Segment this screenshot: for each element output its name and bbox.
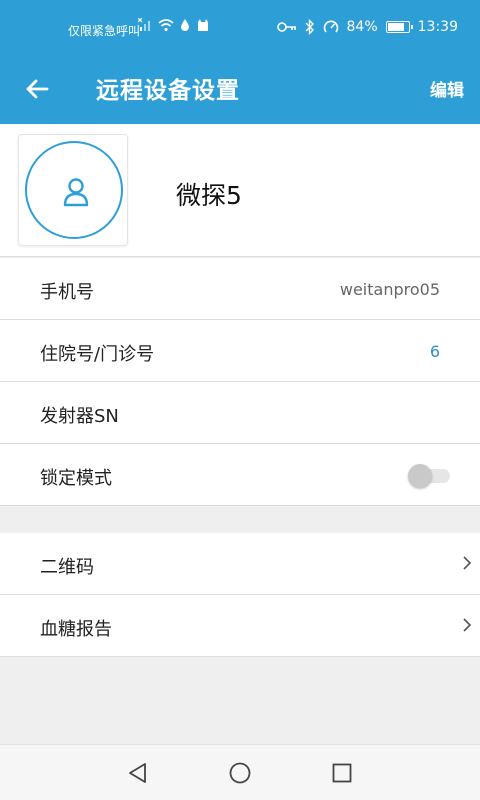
drop-icon (181, 19, 189, 31)
status-left-icons (138, 18, 210, 32)
lock-mode-row: 锁定模式 (0, 444, 480, 506)
chevron-right-icon (463, 556, 472, 570)
home-circle-icon (229, 762, 251, 784)
clock: 13:39 (417, 19, 458, 35)
hospital-id-label: 住院号/门诊号 (40, 344, 155, 365)
qr-code-label: 二维码 (40, 557, 94, 578)
battery-fill (387, 23, 404, 31)
arrow-left-icon (26, 79, 49, 99)
user-icon (63, 178, 89, 207)
hospital-id-value: 6 (429, 342, 440, 361)
app-header: 仅限紧急呼叫 84% 13:39 远程设备设置 编辑 (0, 0, 480, 124)
recents-square-icon (332, 763, 352, 783)
phone-row[interactable]: 手机号 weitanpro05 (0, 258, 480, 320)
cat-icon (198, 19, 208, 31)
phone-label: 手机号 (40, 282, 94, 303)
nav-home-button[interactable] (228, 761, 252, 785)
device-profile: 微探5 (0, 124, 480, 257)
qr-code-row[interactable]: 二维码 (0, 533, 480, 595)
nav-back-button[interactable] (126, 761, 150, 785)
lock-mode-label: 锁定模式 (40, 468, 112, 489)
hospital-id-row[interactable]: 住院号/门诊号 6 (0, 320, 480, 382)
carrier-text: 仅限紧急呼叫 (68, 24, 141, 38)
glucose-report-label: 血糖报告 (40, 619, 112, 640)
back-triangle-icon (129, 763, 146, 783)
chevron-right-icon (463, 618, 472, 632)
device-name: 微探5 (176, 181, 242, 210)
toolbar: 远程设备设置 编辑 (0, 54, 480, 124)
avatar[interactable] (18, 134, 128, 246)
phone-value: weitanpro05 (339, 280, 440, 299)
glucose-report-row[interactable]: 血糖报告 (0, 595, 480, 657)
bluetooth-icon (305, 19, 314, 35)
system-nav-bar (0, 744, 480, 800)
edit-button[interactable]: 编辑 (430, 76, 464, 101)
back-button[interactable] (22, 74, 52, 104)
transmitter-sn-label: 发射器SN (40, 406, 119, 427)
status-right: 84% 13:39 (276, 19, 458, 35)
toggle-knob (408, 464, 432, 488)
no-sim-icon (138, 18, 150, 31)
lock-mode-toggle[interactable] (408, 464, 452, 488)
status-bar: 仅限紧急呼叫 84% 13:39 (0, 0, 480, 54)
key-icon (276, 22, 296, 32)
transmitter-sn-row[interactable]: 发射器SN (0, 382, 480, 444)
avatar-circle (25, 141, 123, 239)
page-title: 远程设备设置 (96, 78, 240, 104)
speedometer-icon (323, 20, 338, 33)
nav-recents-button[interactable] (330, 761, 354, 785)
battery-percent: 84% (346, 19, 378, 35)
battery-icon (385, 21, 413, 33)
wifi-icon (158, 19, 174, 32)
